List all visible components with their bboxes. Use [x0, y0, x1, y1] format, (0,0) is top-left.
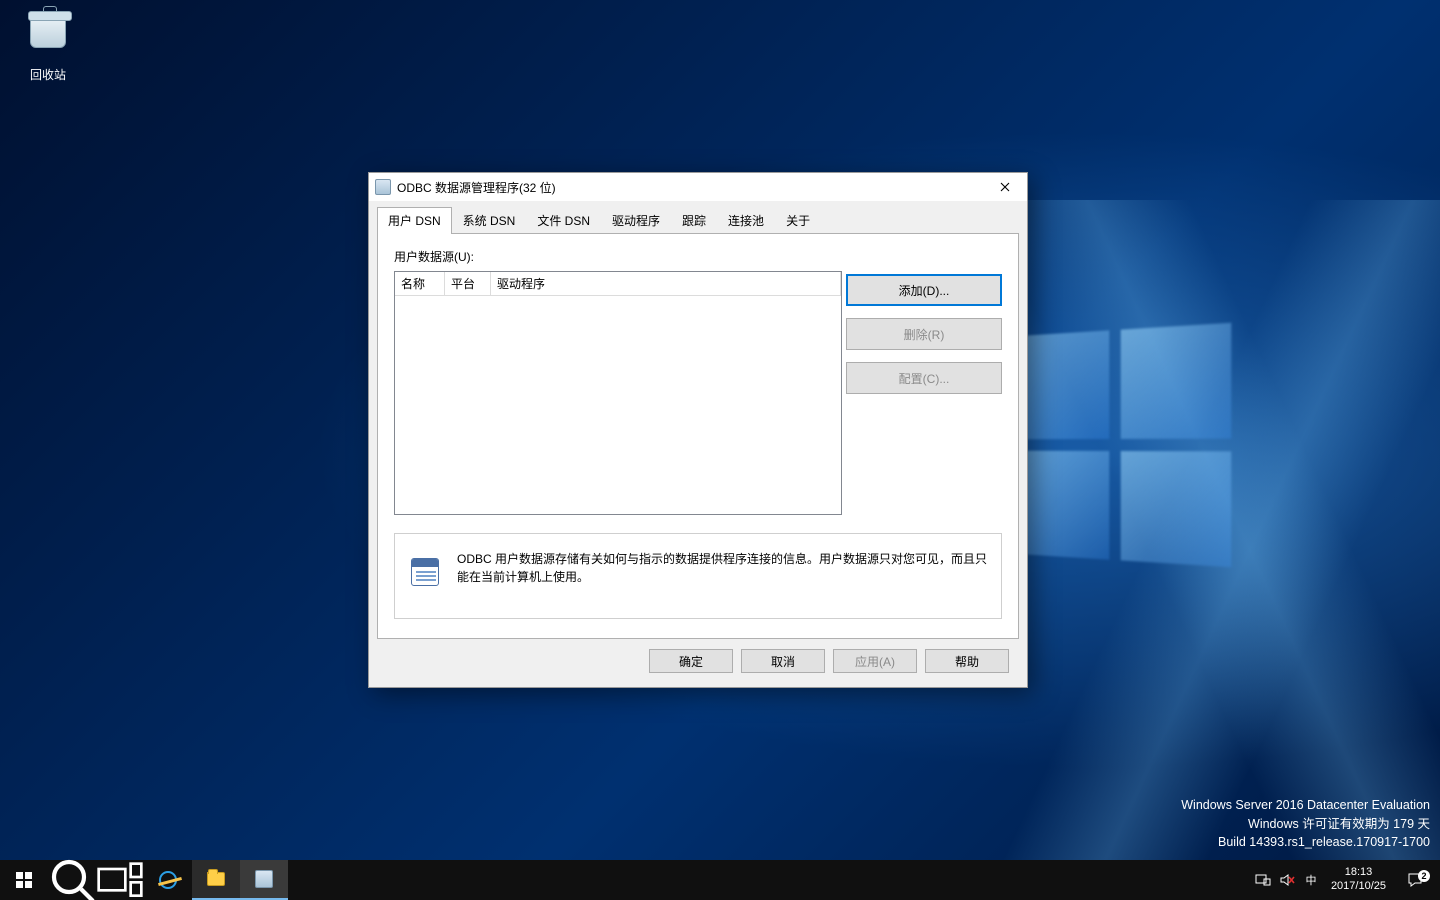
col-driver[interactable]: 驱动程序 — [491, 272, 841, 296]
tray-volume[interactable] — [1275, 860, 1299, 900]
tab-trace[interactable]: 跟踪 — [671, 207, 717, 234]
list-header: 名称 平台 驱动程序 — [395, 272, 841, 296]
close-icon — [1000, 182, 1010, 192]
add-button[interactable]: 添加(D)... — [846, 274, 1002, 306]
start-button[interactable] — [0, 860, 48, 900]
taskview-button[interactable] — [96, 860, 144, 900]
windows-logo-glow — [1012, 323, 1232, 567]
folder-icon — [207, 872, 225, 886]
recycle-bin[interactable]: 回收站 — [12, 8, 84, 83]
list-label: 用户数据源(U): — [394, 248, 1002, 265]
tab-user-dsn[interactable]: 用户 DSN — [377, 207, 452, 234]
tab-pool[interactable]: 连接池 — [717, 207, 775, 234]
desktop: 回收站 Windows Server 2016 Datacenter Evalu… — [0, 0, 1440, 900]
taskbar-explorer[interactable] — [192, 860, 240, 900]
ok-button[interactable]: 确定 — [649, 649, 733, 673]
volume-muted-icon — [1279, 872, 1295, 888]
clock-date: 2017/10/25 — [1331, 880, 1386, 894]
system-tray: 中 18:13 2017/10/25 2 — [1251, 860, 1440, 900]
help-button[interactable]: 帮助 — [925, 649, 1009, 673]
col-platform[interactable]: 平台 — [445, 272, 491, 296]
tab-system-dsn[interactable]: 系统 DSN — [452, 207, 527, 234]
cancel-button[interactable]: 取消 — [741, 649, 825, 673]
tab-file-dsn[interactable]: 文件 DSN — [526, 207, 601, 234]
remove-button: 删除(R) — [846, 318, 1002, 350]
close-button[interactable] — [983, 173, 1027, 201]
windows-icon — [16, 872, 32, 888]
ie-icon — [159, 871, 177, 889]
window-title: ODBC 数据源管理程序(32 位) — [397, 179, 556, 196]
configure-button: 配置(C)... — [846, 362, 1002, 394]
dsn-listbox[interactable]: 名称 平台 驱动程序 — [394, 271, 842, 515]
apply-button: 应用(A) — [833, 649, 917, 673]
info-text: ODBC 用户数据源存储有关如何与指示的数据提供程序连接的信息。用户数据源只对您… — [457, 550, 987, 586]
tray-clock[interactable]: 18:13 2017/10/25 — [1323, 862, 1394, 898]
taskbar-ie[interactable] — [144, 860, 192, 900]
tab-about[interactable]: 关于 — [775, 207, 821, 234]
taskbar-odbc[interactable] — [240, 860, 288, 900]
odbc-icon — [255, 870, 273, 888]
tab-drivers[interactable]: 驱动程序 — [601, 207, 671, 234]
search-button[interactable] — [48, 860, 96, 900]
odbc-dialog: ODBC 数据源管理程序(32 位) 用户 DSN 系统 DSN 文件 DSN … — [368, 172, 1028, 688]
info-box: ODBC 用户数据源存储有关如何与指示的数据提供程序连接的信息。用户数据源只对您… — [394, 533, 1002, 619]
tabstrip: 用户 DSN 系统 DSN 文件 DSN 驱动程序 跟踪 连接池 关于 — [369, 201, 1027, 234]
side-buttons: 添加(D)... 删除(R) 配置(C)... — [846, 274, 1002, 394]
taskbar: 中 18:13 2017/10/25 2 — [0, 860, 1440, 900]
titlebar[interactable]: ODBC 数据源管理程序(32 位) — [369, 173, 1027, 201]
tab-content: 用户数据源(U): 名称 平台 驱动程序 添加(D)... 删除(R) 配置(C… — [377, 233, 1019, 639]
notification-badge: 2 — [1418, 870, 1430, 882]
dialog-buttons: 确定 取消 应用(A) 帮助 — [649, 649, 1009, 673]
info-icon — [411, 558, 443, 590]
network-icon — [1255, 872, 1271, 888]
recycle-bin-icon — [26, 18, 70, 62]
tray-ime[interactable]: 中 — [1299, 860, 1323, 900]
tray-network[interactable] — [1251, 860, 1275, 900]
search-icon — [48, 856, 96, 900]
watermark: Windows Server 2016 Datacenter Evaluatio… — [1181, 796, 1430, 852]
recycle-bin-label: 回收站 — [12, 66, 84, 83]
app-icon — [375, 179, 391, 195]
tray-notifications[interactable]: 2 — [1394, 872, 1436, 888]
clock-time: 18:13 — [1331, 866, 1386, 880]
taskview-icon — [96, 861, 144, 898]
col-name[interactable]: 名称 — [395, 272, 445, 296]
